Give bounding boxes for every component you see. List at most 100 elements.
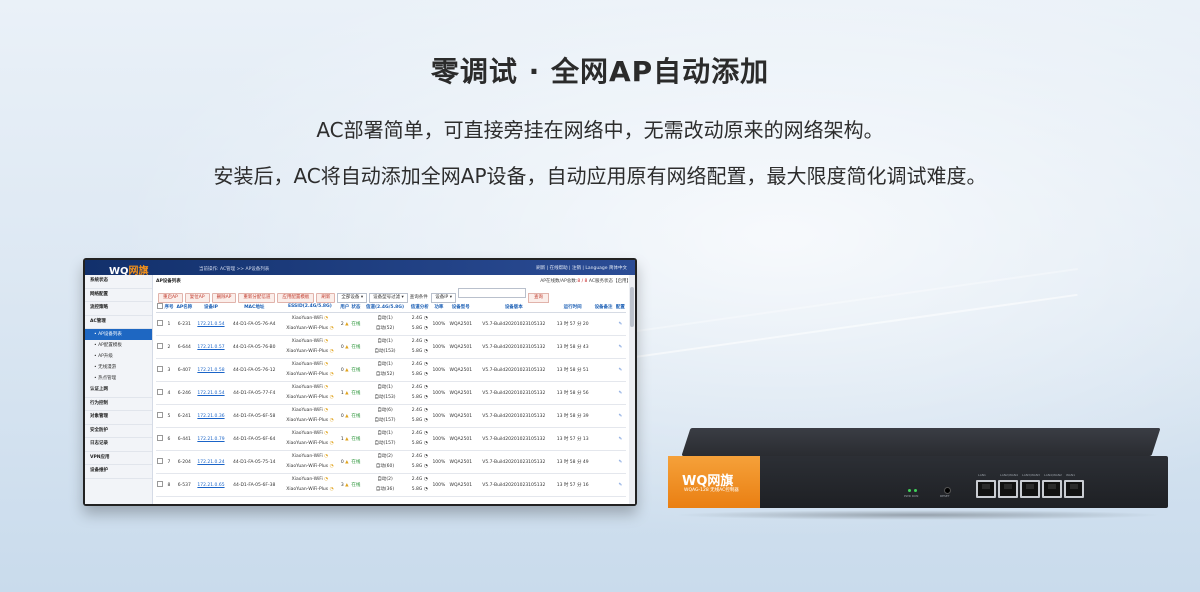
edit-icon[interactable]: ✎ bbox=[618, 322, 622, 327]
edit-icon[interactable]: ✎ bbox=[618, 391, 622, 396]
table-row[interactable]: 1 6-231 172.21.0.54 44-D1-FA-05-76-A4 XiaoYu… bbox=[156, 312, 626, 336]
device-shadow bbox=[673, 510, 1163, 520]
ethernet-port[interactable] bbox=[976, 480, 996, 498]
table-row[interactable]: 2 6-644 172.21.0.57 44-D1-FA-05-76-B0 XiaoYu… bbox=[156, 335, 626, 359]
ap-channel: 自动(1) 自动(52) bbox=[361, 312, 409, 336]
sidebar-item[interactable]: • AP配置模板 bbox=[85, 340, 152, 351]
ap-ip-link[interactable]: 172.21.0.24 bbox=[194, 450, 228, 474]
row-checkbox[interactable] bbox=[156, 427, 164, 451]
page-title: AP设备列表 bbox=[156, 279, 181, 284]
column-header: 用户 bbox=[339, 301, 351, 313]
table-row[interactable]: 7 6-204 172.21.0.24 44-D1-FA-05-75-14 XiaoYu… bbox=[156, 450, 626, 474]
ap-essid: XiaoYuan-WiFi ◔ XiaoYuan-WiFi-Plus ◔ bbox=[280, 381, 340, 405]
sidebar-item[interactable]: VPN应用 bbox=[85, 452, 152, 465]
ap-version: V5.7-Build20201023105132 bbox=[474, 404, 553, 428]
ethernet-port[interactable] bbox=[1020, 480, 1040, 498]
row-checkbox[interactable] bbox=[156, 473, 164, 497]
ap-status: 在线 bbox=[350, 404, 362, 428]
sidebar-item[interactable]: • 热点管理 bbox=[85, 373, 152, 384]
table-row[interactable]: 6 6-441 172.21.0.79 44-D1-FA-05-6F-64 XiaoYu… bbox=[156, 427, 626, 451]
ap-config[interactable]: ✎ bbox=[614, 335, 626, 359]
ap-ip-link[interactable]: 172.21.0.65 bbox=[194, 473, 228, 497]
ap-ip-link[interactable]: 172.21.0.79 bbox=[194, 427, 228, 451]
ap-ip-link[interactable]: 172.21.0.54 bbox=[194, 381, 228, 405]
ap-mac: 44-D1-FA-05-6F-58 bbox=[227, 404, 281, 428]
channel-analysis[interactable]: 2.4G ◔ 5.8G ◔ bbox=[408, 381, 431, 405]
edit-icon[interactable]: ✎ bbox=[618, 414, 622, 419]
sidebar-item[interactable]: AC管理 bbox=[85, 316, 152, 329]
channel-analysis[interactable]: 2.4G ◔ 5.8G ◔ bbox=[408, 473, 431, 497]
edit-icon[interactable]: ✎ bbox=[618, 437, 622, 442]
ap-remark bbox=[592, 450, 615, 474]
sidebar-item[interactable]: • 无线漫游 bbox=[85, 362, 152, 373]
table-row[interactable]: 5 6-241 172.21.0.36 44-D1-FA-05-6F-58 XiaoYu… bbox=[156, 404, 626, 428]
sidebar-item[interactable]: • AP升级 bbox=[85, 351, 152, 362]
edit-icon[interactable]: ✎ bbox=[618, 368, 622, 373]
channel-analysis[interactable]: 2.4G ◔ 5.8G ◔ bbox=[408, 312, 431, 336]
row-checkbox[interactable] bbox=[156, 358, 164, 382]
ap-config[interactable]: ✎ bbox=[614, 404, 626, 428]
channel-analysis[interactable]: 2.4G ◔ 5.8G ◔ bbox=[408, 335, 431, 359]
power-led bbox=[908, 489, 911, 492]
ap-table: 序号 AP名称 设备IP MAC地址 ESSID(2.4G/5.8G) 用户 状态 信道(2.… bbox=[156, 301, 626, 497]
row-checkbox[interactable] bbox=[156, 450, 164, 474]
channel-analysis[interactable]: 2.4G ◔ 5.8G ◔ bbox=[408, 450, 431, 474]
ap-power: 100% bbox=[430, 450, 447, 474]
ap-mac: 44-D1-FA-05-76-B0 bbox=[227, 335, 281, 359]
sidebar-item[interactable]: 行为控制 bbox=[85, 398, 152, 411]
sidebar-item[interactable]: 日志记录 bbox=[85, 438, 152, 452]
row-checkbox[interactable] bbox=[156, 312, 164, 336]
ap-config[interactable]: ✎ bbox=[614, 358, 626, 382]
edit-icon[interactable]: ✎ bbox=[618, 483, 622, 488]
edit-icon[interactable]: ✎ bbox=[618, 460, 622, 465]
ap-essid: XiaoYuan-WiFi ◔ XiaoYuan-WiFi-Plus ◔ bbox=[280, 450, 340, 474]
ap-config[interactable]: ✎ bbox=[614, 450, 626, 474]
scrollbar-thumb[interactable] bbox=[630, 287, 634, 327]
scrollbar[interactable] bbox=[629, 275, 635, 504]
table-row[interactable]: 8 6-537 172.21.0.65 44-D1-FA-05-6F-38 XiaoYu… bbox=[156, 473, 626, 497]
row-index: 1 bbox=[163, 312, 175, 336]
top-links[interactable]: 刷新 | 在线帮助 | 注销 | Language 简体中文 bbox=[536, 265, 627, 271]
ap-ip-link[interactable]: 172.21.0.54 bbox=[194, 312, 228, 336]
ap-channel: 自动(6) 自动(157) bbox=[361, 404, 409, 428]
sidebar-item[interactable]: 安全防护 bbox=[85, 425, 152, 438]
channel-analysis[interactable]: 2.4G ◔ 5.8G ◔ bbox=[408, 427, 431, 451]
reset-button[interactable] bbox=[944, 487, 951, 494]
reset-label: RESET bbox=[940, 494, 950, 498]
ethernet-port[interactable] bbox=[1064, 480, 1084, 498]
query-label: 查询条件 bbox=[409, 295, 430, 300]
ap-config[interactable]: ✎ bbox=[614, 473, 626, 497]
ethernet-port[interactable] bbox=[1042, 480, 1062, 498]
ap-ip-link[interactable]: 172.21.0.36 bbox=[194, 404, 228, 428]
column-header: 设备备注 bbox=[592, 301, 615, 313]
channel-analysis[interactable]: 2.4G ◔ 5.8G ◔ bbox=[408, 404, 431, 428]
ap-ip-link[interactable]: 172.21.0.57 bbox=[194, 335, 228, 359]
sidebar-item[interactable]: • AP设备列表 bbox=[85, 329, 152, 340]
edit-icon[interactable]: ✎ bbox=[618, 345, 622, 350]
table-row[interactable]: 4 6-246 172.21.0.54 44-D1-FA-05-77-F4 XiaoYu… bbox=[156, 381, 626, 405]
sidebar-item[interactable]: 网络配置 bbox=[85, 289, 152, 302]
query-input[interactable] bbox=[457, 288, 526, 298]
ap-config[interactable]: ✎ bbox=[614, 381, 626, 405]
table-row[interactable]: 3 6-407 172.21.0.58 44-D1-FA-05-76-12 XiaoYu… bbox=[156, 358, 626, 382]
sidebar-item[interactable]: 对象管理 bbox=[85, 411, 152, 425]
ap-model: WQA2501 bbox=[446, 427, 475, 451]
ap-config[interactable]: ✎ bbox=[614, 312, 626, 336]
ethernet-port[interactable] bbox=[998, 480, 1018, 498]
sidebar-item[interactable]: 流控策略 bbox=[85, 302, 152, 316]
ap-name: 6-231 bbox=[174, 312, 195, 336]
sidebar-item[interactable]: 系统状态 bbox=[85, 275, 152, 289]
ap-ip-link[interactable]: 172.21.0.58 bbox=[194, 358, 228, 382]
row-checkbox[interactable] bbox=[156, 335, 164, 359]
ap-status: 在线 bbox=[350, 381, 362, 405]
row-checkbox[interactable] bbox=[156, 404, 164, 428]
ap-remark bbox=[592, 404, 615, 428]
device-top bbox=[681, 428, 1161, 456]
ap-config[interactable]: ✎ bbox=[614, 427, 626, 451]
channel-analysis[interactable]: 2.4G ◔ 5.8G ◔ bbox=[408, 358, 431, 382]
row-checkbox[interactable] bbox=[156, 381, 164, 405]
select-all-checkbox[interactable] bbox=[156, 301, 164, 313]
sidebar-item[interactable]: 认证上网 bbox=[85, 384, 152, 398]
sidebar-item[interactable]: 设备维护 bbox=[85, 465, 152, 479]
ap-version: V5.7-Build20201023105132 bbox=[474, 381, 553, 405]
